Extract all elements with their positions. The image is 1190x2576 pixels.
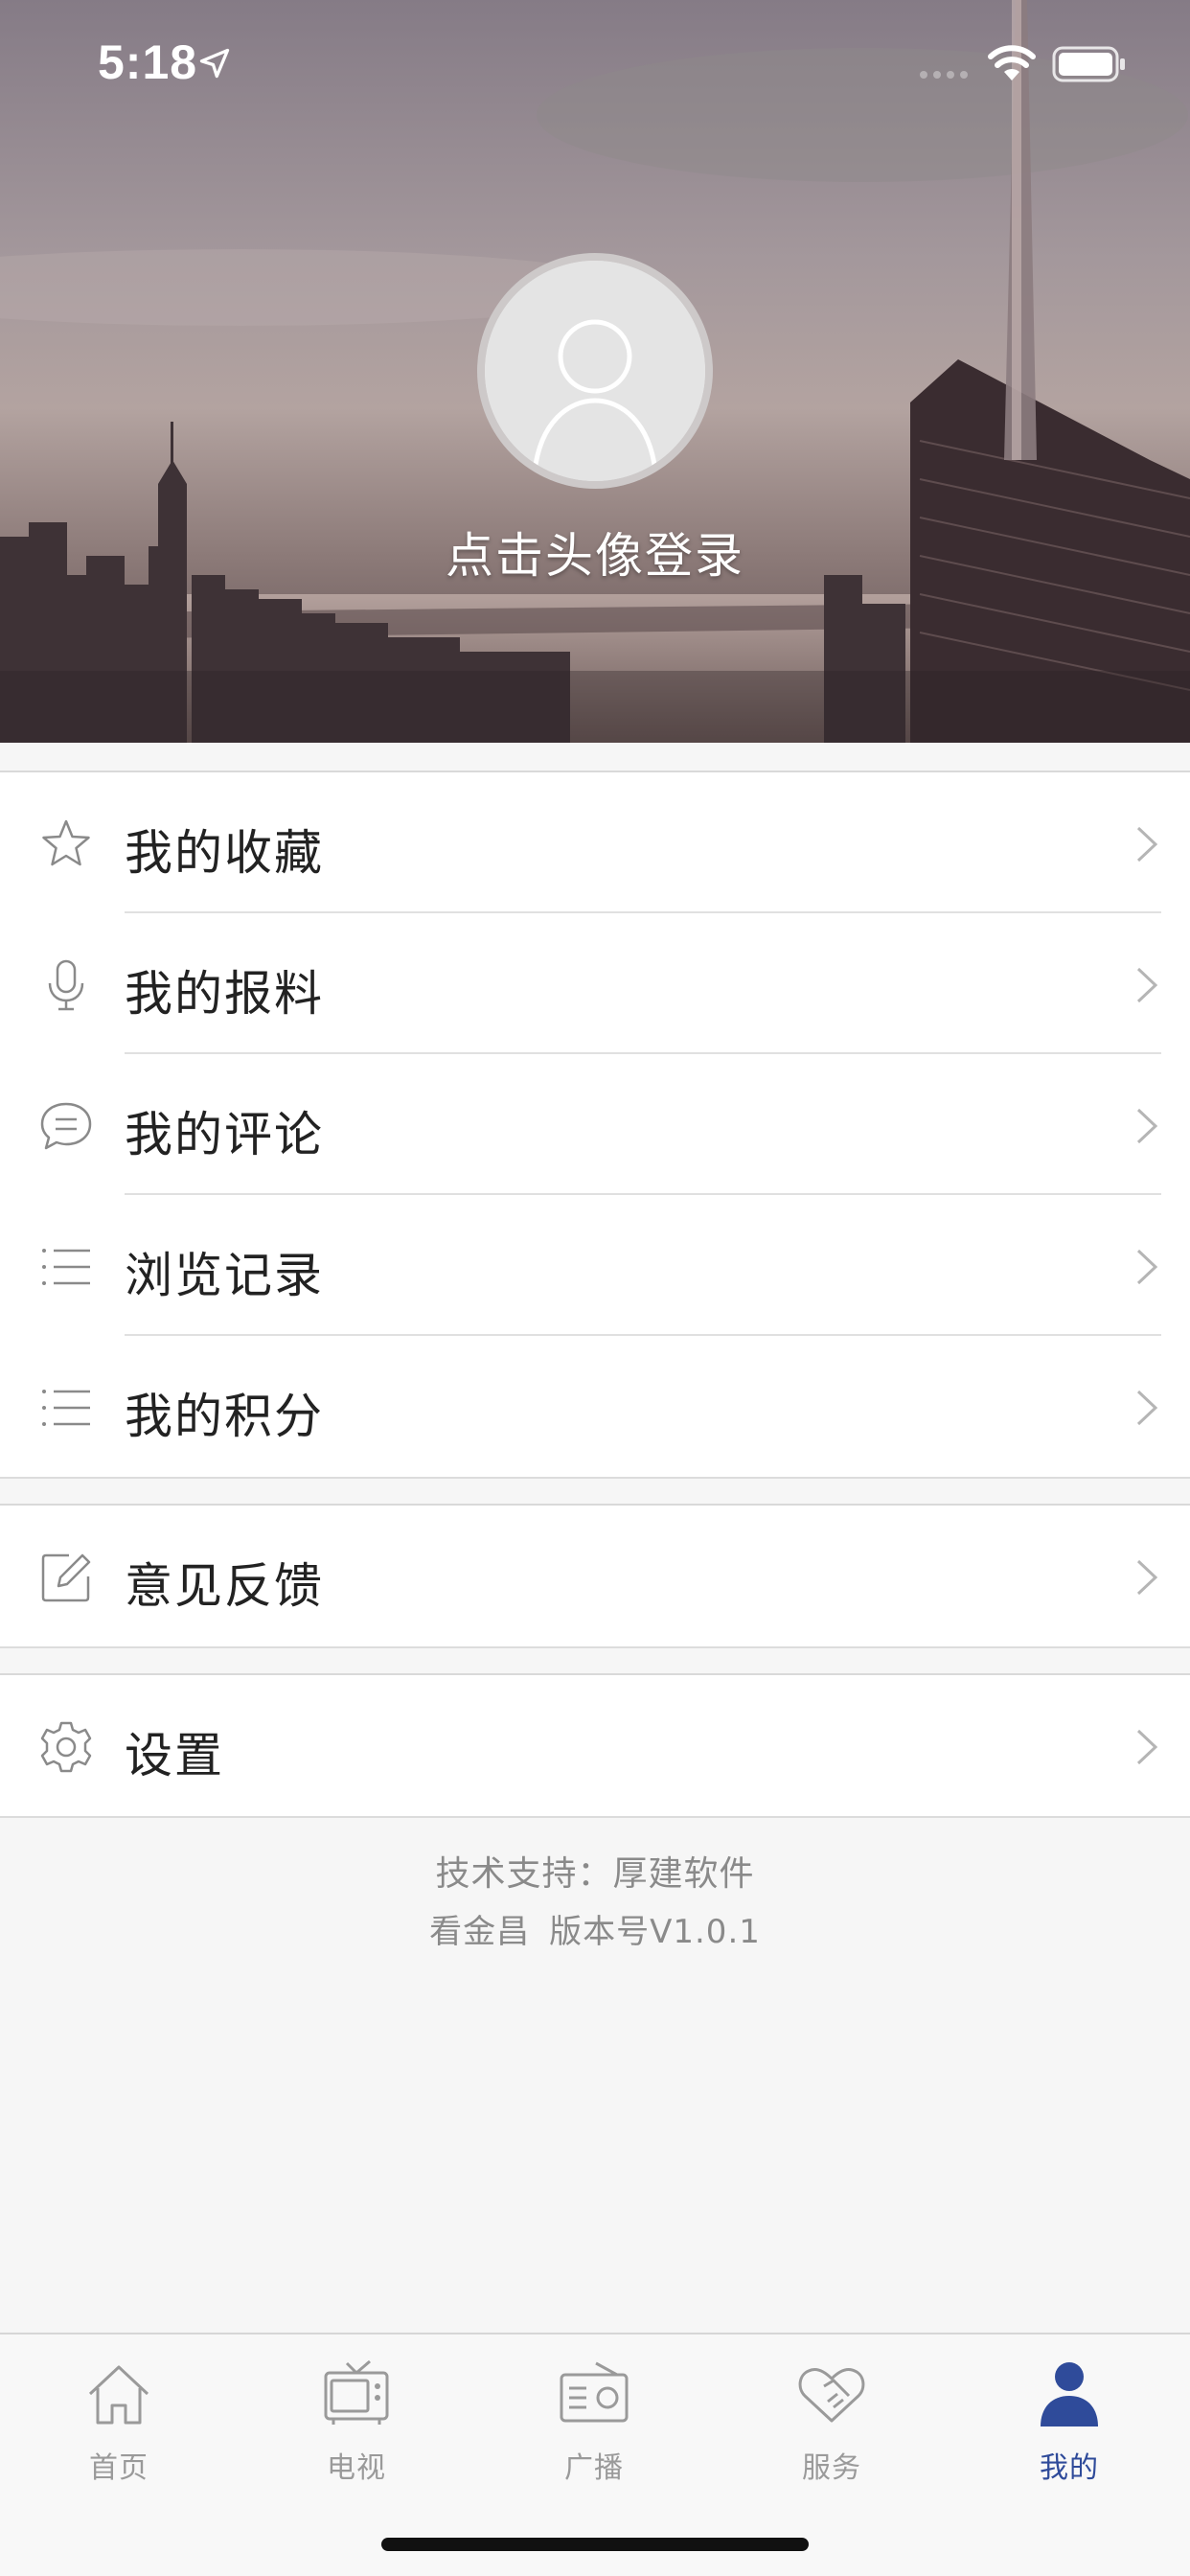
list-icon [38,1239,94,1295]
chevron-right-icon [1136,826,1158,862]
mine-screen: 5:18 点击头像登录 我的收藏 我的报料 我的评论 浏览记录 我的积分 意见反… [0,0,1190,2576]
edit-icon [38,1550,94,1605]
menu-item-history[interactable]: 浏览记录 [0,1195,1190,1336]
menu-item-label: 设置 [125,1728,224,1783]
chevron-right-icon [1136,1559,1158,1596]
person-icon [1033,2358,1106,2430]
tab-home[interactable]: 首页 [0,2352,238,2505]
list-icon [38,1380,94,1436]
user-avatar-button[interactable] [477,253,713,489]
menu-item-comments[interactable]: 我的评论 [0,1054,1190,1195]
tv-icon [320,2358,393,2430]
menu-group-personal: 我的收藏 我的报料 我的评论 浏览记录 我的积分 [0,770,1190,1479]
menu-group-feedback: 意见反馈 [0,1504,1190,1648]
radio-icon [558,2358,630,2430]
app-info: 技术支持：厚建软件 看金昌 版本号V1.0.1 [0,1846,1190,1961]
status-time: 5:18 [98,35,198,89]
signal-icon [920,71,968,79]
chevron-right-icon [1136,1729,1158,1765]
tab-tv[interactable]: 电视 [238,2352,475,2505]
app-name: 看金昌 [429,1913,531,1951]
tab-mine[interactable]: 我的 [950,2352,1188,2505]
tab-label: 我的 [1040,2451,1099,2485]
profile-header: 5:18 点击头像登录 [0,0,1190,743]
chevron-right-icon [1136,1390,1158,1426]
star-icon [38,816,94,872]
menu-item-label: 我的报料 [125,966,324,1022]
status-bar: 5:18 [0,0,1190,126]
microphone-icon [38,957,94,1013]
tab-label: 广播 [564,2451,624,2485]
version-line: 看金昌 版本号V1.0.1 [0,1903,1190,1961]
home-icon [82,2358,155,2430]
tab-label: 电视 [327,2451,386,2485]
home-indicator [381,2538,809,2551]
chevron-right-icon [1136,1249,1158,1285]
menu-item-label: 浏览记录 [125,1248,324,1303]
menu-item-points[interactable]: 我的积分 [0,1336,1190,1477]
tab-services[interactable]: 服务 [713,2352,950,2505]
chevron-right-icon [1136,1108,1158,1144]
menu-item-settings[interactable]: 设置 [0,1675,1190,1816]
tech-support-text: 技术支持：厚建软件 [435,1854,755,1894]
gear-icon [38,1719,94,1775]
login-prompt[interactable]: 点击头像登录 [0,518,1190,586]
user-avatar-icon [485,261,705,481]
version-text: 版本号V1.0.1 [549,1913,761,1951]
menu-group-settings: 设置 [0,1673,1190,1818]
chevron-right-icon [1136,967,1158,1003]
battery-icon [1052,46,1125,82]
menu-item-label: 我的收藏 [125,825,324,881]
menu-item-label: 我的评论 [125,1107,324,1162]
wifi-icon [988,45,1036,80]
location-arrow-icon [199,48,230,79]
tab-label: 服务 [802,2451,861,2485]
menu-item-label: 意见反馈 [125,1558,324,1614]
handshake-icon [795,2358,868,2430]
menu-item-feedback[interactable]: 意见反馈 [0,1506,1190,1646]
menu-item-label: 我的积分 [125,1389,324,1444]
tab-radio[interactable]: 广播 [475,2352,713,2505]
menu-item-reports[interactable]: 我的报料 [0,913,1190,1054]
comment-icon [38,1098,94,1154]
tab-label: 首页 [89,2451,149,2485]
menu-item-favorites[interactable]: 我的收藏 [0,772,1190,913]
